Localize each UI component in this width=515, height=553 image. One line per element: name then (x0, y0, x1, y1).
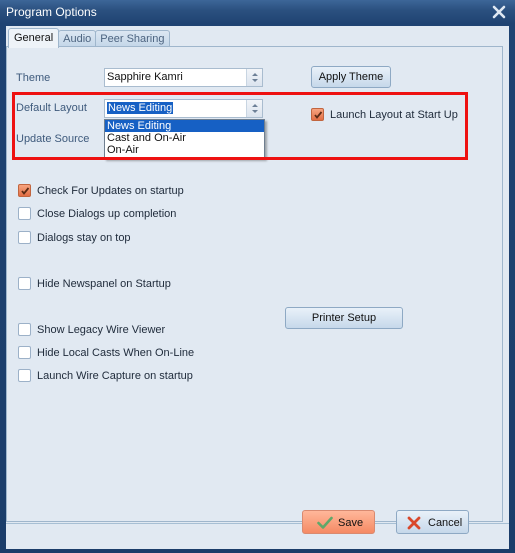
show-legacy-wire-viewer-checkbox[interactable]: Show Legacy Wire Viewer (18, 323, 165, 336)
hide-newspanel-label: Hide Newspanel on Startup (37, 277, 171, 290)
hide-local-casts-checkbox[interactable]: Hide Local Casts When On-Line (18, 346, 194, 359)
check-for-updates-label: Check For Updates on startup (37, 184, 184, 197)
check-for-updates-checkbox[interactable]: Check For Updates on startup (18, 184, 184, 197)
theme-value: Sapphire Kamri (107, 71, 183, 83)
dropdown-option-news-editing[interactable]: News Editing (105, 120, 264, 132)
checkmark-icon (317, 516, 333, 529)
launch-wire-capture-checkbox[interactable]: Launch Wire Capture on startup (18, 369, 193, 382)
dialogs-stay-on-top-label: Dialogs stay on top (37, 231, 131, 244)
save-button[interactable]: Save (302, 510, 375, 534)
save-label: Save (338, 517, 364, 529)
default-layout-combo[interactable]: News Editing (104, 99, 263, 118)
default-layout-dropdown-list: News Editing Cast and On-Air On-Air (104, 119, 265, 159)
checkbox-box (18, 323, 31, 336)
close-x-icon (407, 516, 421, 530)
theme-spin-button[interactable] (246, 69, 262, 86)
checkbox-box (18, 231, 31, 244)
default-layout-value: News Editing (107, 102, 174, 114)
window-title: Program Options (6, 5, 97, 19)
up-down-arrows-icon (252, 73, 258, 82)
theme-label: Theme (16, 72, 51, 84)
printer-setup-button[interactable]: Printer Setup (285, 307, 403, 329)
checkbox-box (18, 369, 31, 382)
launch-layout-checkbox[interactable]: Launch Layout at Start Up (311, 108, 458, 121)
up-down-arrows-icon (252, 104, 258, 113)
dropdown-option-on-air[interactable]: On-Air (105, 144, 264, 156)
checkbox-box (311, 108, 324, 121)
theme-combo[interactable]: Sapphire Kamri (104, 68, 263, 87)
default-layout-label: Default Layout (16, 102, 87, 114)
launch-wire-capture-label: Launch Wire Capture on startup (37, 369, 193, 382)
close-button[interactable] (490, 4, 508, 20)
close-dialogs-checkbox[interactable]: Close Dialogs up completion (18, 207, 176, 220)
dialogs-stay-on-top-checkbox[interactable]: Dialogs stay on top (18, 231, 131, 244)
default-layout-spin-button[interactable] (246, 100, 262, 117)
cancel-label: Cancel (428, 517, 463, 529)
checkbox-box (18, 207, 31, 220)
hide-local-casts-label: Hide Local Casts When On-Line (37, 346, 195, 359)
program-options-window: Program Options General Audio Peer Shari… (0, 0, 515, 553)
close-dialogs-label: Close Dialogs up completion (37, 207, 177, 220)
general-tab-panel: Theme Sapphire Kamri Apply Theme Default… (6, 46, 503, 522)
apply-theme-button[interactable]: Apply Theme (311, 66, 391, 88)
dialog-client-area: General Audio Peer Sharing Theme Sapphir… (6, 26, 509, 549)
launch-layout-label: Launch Layout at Start Up (330, 108, 458, 121)
title-bar[interactable]: Program Options (0, 0, 515, 26)
checkmark-icon (21, 187, 30, 195)
checkmark-icon (314, 111, 323, 119)
checkbox-box (18, 184, 31, 197)
checkbox-box (18, 277, 31, 290)
checkbox-box (18, 346, 31, 359)
close-x-icon (492, 5, 506, 19)
update-source-label: Update Source (16, 133, 90, 145)
hide-newspanel-checkbox[interactable]: Hide Newspanel on Startup (18, 277, 171, 290)
dropdown-option-cast-and-on-air[interactable]: Cast and On-Air (105, 132, 264, 144)
show-legacy-wire-viewer-label: Show Legacy Wire Viewer (37, 323, 166, 336)
tab-strip: General Audio Peer Sharing (8, 28, 170, 48)
tab-general[interactable]: General (8, 28, 60, 48)
cancel-button[interactable]: Cancel (396, 510, 469, 534)
